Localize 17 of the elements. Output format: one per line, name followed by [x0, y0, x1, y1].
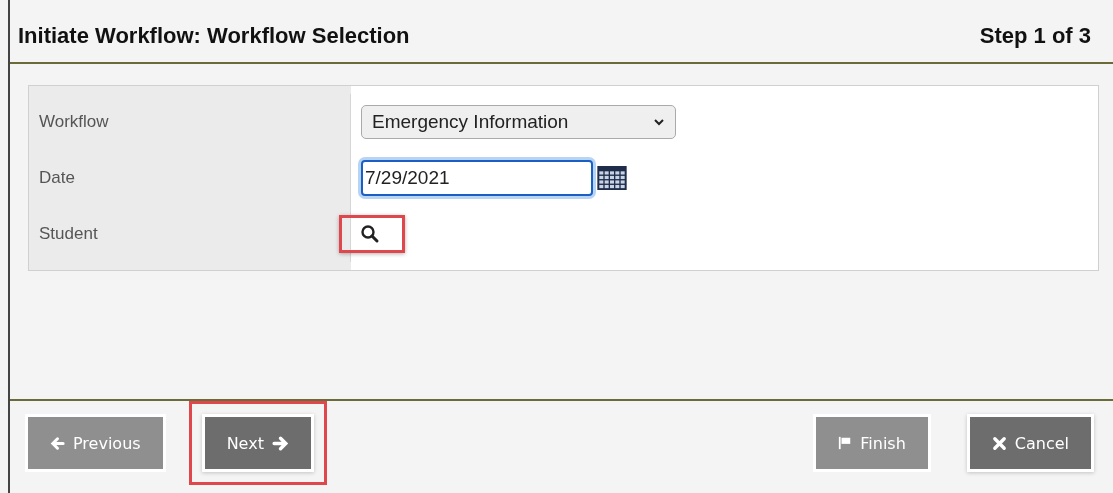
dialog-title: Initiate Workflow: Workflow Selection [18, 22, 410, 49]
field-label: Student [39, 223, 98, 244]
arrow-right-icon [271, 434, 289, 452]
calendar-icon[interactable] [597, 165, 627, 190]
field-label: Date [39, 167, 75, 188]
field-label: Workflow [39, 111, 109, 132]
search-icon [360, 223, 380, 244]
step-indicator: Step 1 of 3 [979, 22, 1091, 49]
cancel-button[interactable]: Cancel [969, 417, 1091, 469]
close-icon [991, 435, 1007, 451]
next-button[interactable]: Next [204, 417, 311, 469]
chevron-down-icon [653, 117, 665, 126]
search-button[interactable] [339, 214, 405, 253]
flag-icon [838, 436, 853, 450]
date-field[interactable]: 7/29/2021 [361, 159, 593, 196]
workflow-dropdown[interactable]: Emergency Information [361, 104, 676, 139]
arrow-left-icon [50, 435, 65, 451]
